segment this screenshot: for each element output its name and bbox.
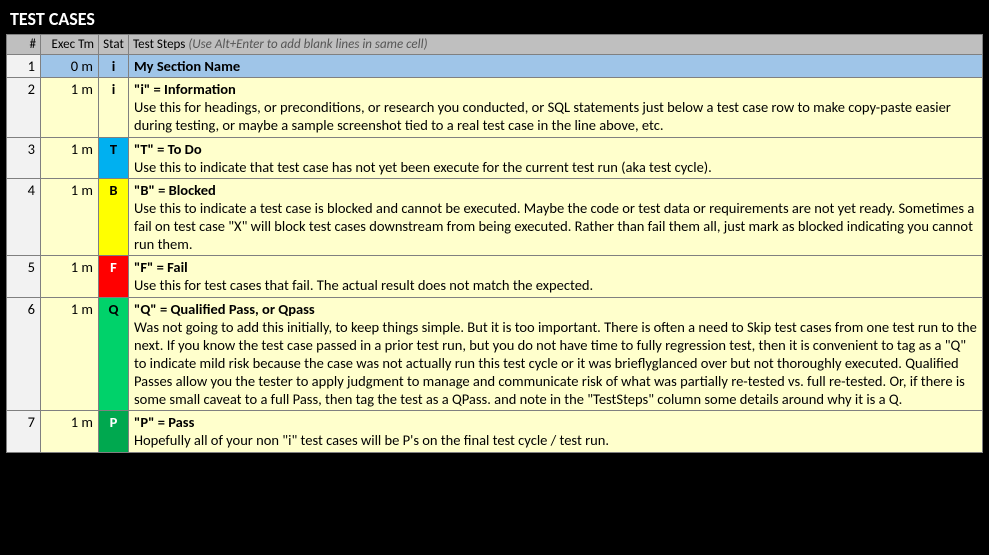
step-heading: "i" = Information: [134, 80, 977, 98]
step-heading: "F" = Fail: [134, 258, 977, 276]
cell-exec-time[interactable]: 1 m: [41, 137, 99, 178]
header-steps-label: Test Steps: [133, 37, 185, 52]
cell-test-steps[interactable]: "i" = InformationUse this for headings, …: [129, 78, 983, 137]
cell-exec-time[interactable]: 1 m: [41, 411, 99, 452]
test-cases-table: # Exec Tm Stat Test Steps (Use Alt+Enter…: [6, 34, 983, 453]
table-row[interactable]: 61 mQ"Q" = Qualified Pass, or QpassWas n…: [7, 297, 983, 411]
cell-row-number[interactable]: 2: [7, 78, 41, 137]
cell-status[interactable]: T: [99, 137, 129, 178]
cell-exec-time[interactable]: 1 m: [41, 78, 99, 137]
step-body: Use this for headings, or preconditions,…: [134, 98, 977, 134]
step-heading: "P" = Pass: [134, 413, 977, 431]
table-row[interactable]: 51 mF"F" = FailUse this for test cases t…: [7, 256, 983, 297]
cell-test-steps[interactable]: "Q" = Qualified Pass, or QpassWas not go…: [129, 297, 983, 411]
cell-row-number[interactable]: 4: [7, 178, 41, 256]
cell-status[interactable]: F: [99, 256, 129, 297]
step-heading: "T" = To Do: [134, 140, 977, 158]
step-body: Was not going to add this initially, to …: [134, 318, 977, 409]
cell-test-steps[interactable]: "F" = FailUse this for test cases that f…: [129, 256, 983, 297]
step-body: Hopefully all of your non "i" test cases…: [134, 431, 977, 449]
header-exec: Exec Tm: [41, 35, 99, 55]
header-stat: Stat: [99, 35, 129, 55]
cell-row-number[interactable]: 5: [7, 256, 41, 297]
cell-status[interactable]: Q: [99, 297, 129, 411]
cell-row-number[interactable]: 1: [7, 55, 41, 78]
table-row[interactable]: 21 mi"i" = InformationUse this for headi…: [7, 78, 983, 137]
cell-test-steps[interactable]: "T" = To DoUse this to indicate that tes…: [129, 137, 983, 178]
cell-exec-time[interactable]: 1 m: [41, 256, 99, 297]
header-num: #: [7, 35, 41, 55]
cell-row-number[interactable]: 7: [7, 411, 41, 452]
cell-row-number[interactable]: 3: [7, 137, 41, 178]
step-heading: "Q" = Qualified Pass, or Qpass: [134, 300, 977, 318]
cell-status[interactable]: P: [99, 411, 129, 452]
header-steps: Test Steps (Use Alt+Enter to add blank l…: [129, 35, 983, 55]
cell-status[interactable]: B: [99, 178, 129, 256]
cell-status[interactable]: i: [99, 55, 129, 78]
table-row[interactable]: 31 mT"T" = To DoUse this to indicate tha…: [7, 137, 983, 178]
header-row: # Exec Tm Stat Test Steps (Use Alt+Enter…: [7, 35, 983, 55]
cell-row-number[interactable]: 6: [7, 297, 41, 411]
step-body: Use this for test cases that fail. The a…: [134, 276, 977, 294]
cell-test-steps[interactable]: "B" = BlockedUse this to indicate a test…: [129, 178, 983, 256]
cell-status[interactable]: i: [99, 78, 129, 137]
step-body: Use this to indicate a test case is bloc…: [134, 199, 977, 253]
table-row[interactable]: 10 mi My Section Name: [7, 55, 983, 78]
cell-test-steps[interactable]: My Section Name: [129, 55, 983, 78]
cell-exec-time[interactable]: 0 m: [41, 55, 99, 78]
step-heading: My Section Name: [134, 57, 977, 75]
table-row[interactable]: 71 mP"P" = PassHopefully all of your non…: [7, 411, 983, 452]
cell-exec-time[interactable]: 1 m: [41, 178, 99, 256]
step-body: Use this to indicate that test case has …: [134, 158, 977, 176]
cell-exec-time[interactable]: 1 m: [41, 297, 99, 411]
table-row[interactable]: 41 mB"B" = BlockedUse this to indicate a…: [7, 178, 983, 256]
header-steps-hint: (Use Alt+Enter to add blank lines in sam…: [188, 37, 427, 52]
sheet-title: TEST CASES: [6, 6, 983, 34]
test-cases-sheet: TEST CASES # Exec Tm Stat Test Steps (Us…: [0, 0, 989, 459]
cell-test-steps[interactable]: "P" = PassHopefully all of your non "i" …: [129, 411, 983, 452]
step-heading: "B" = Blocked: [134, 181, 977, 199]
